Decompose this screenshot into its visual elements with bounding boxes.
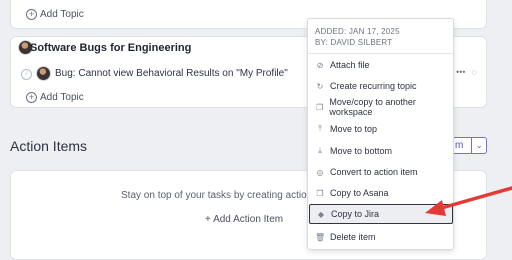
annotation-arrow: [425, 186, 512, 216]
